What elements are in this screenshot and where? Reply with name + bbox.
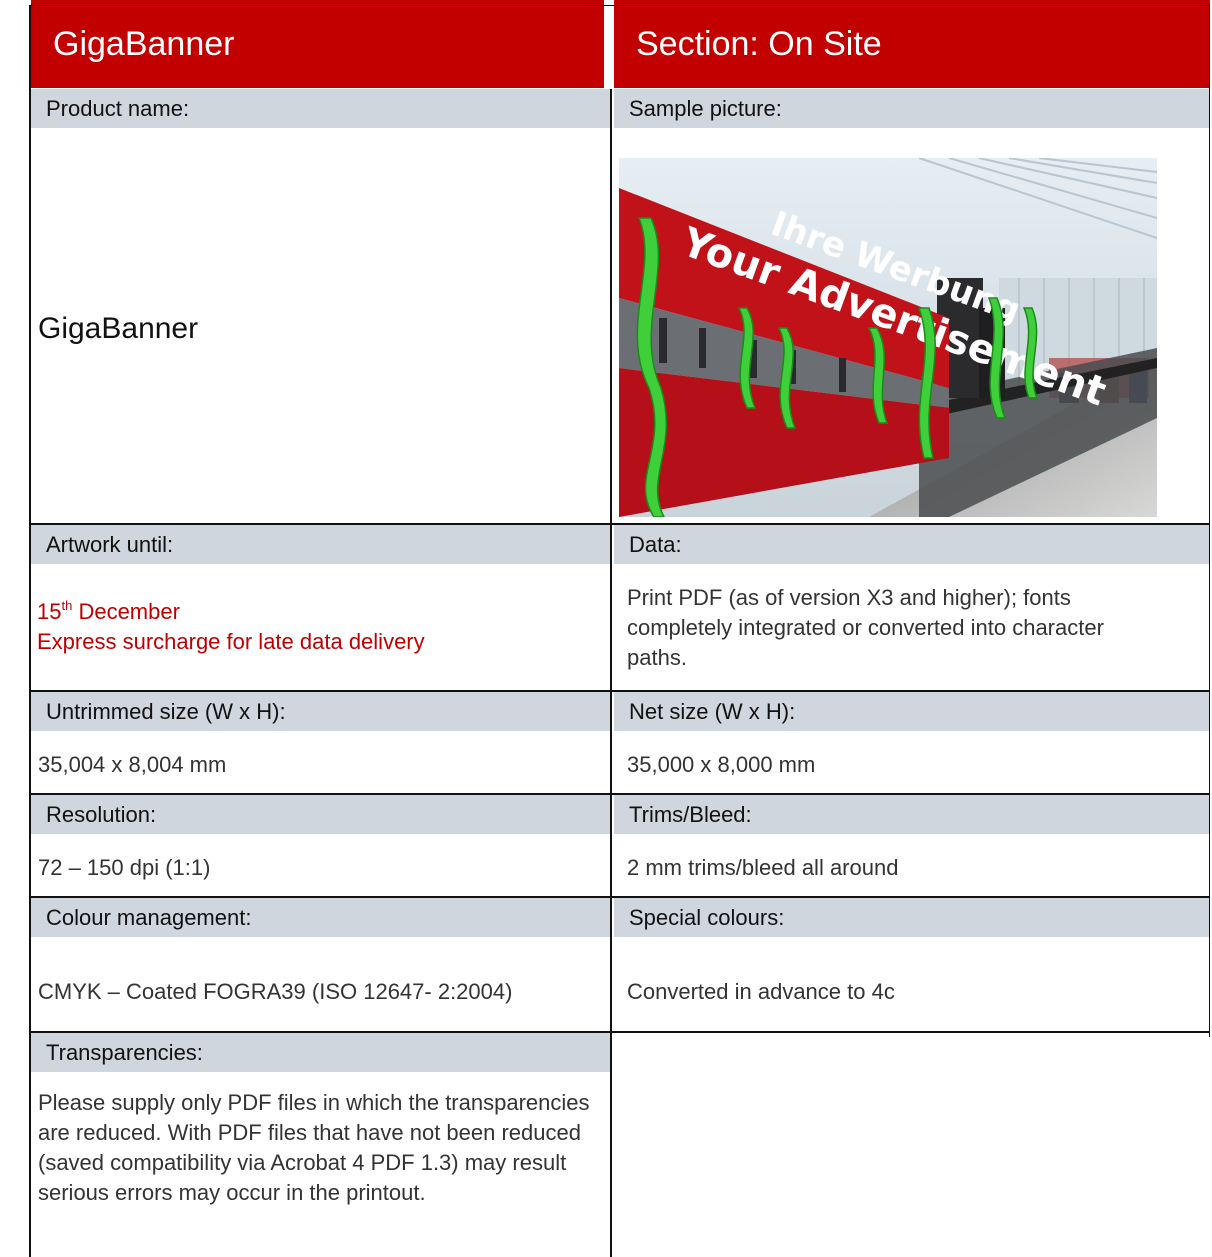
net-size-value: 35,000 x 8,000 mm <box>627 752 816 777</box>
column-divider <box>610 89 612 1257</box>
artwork-until-value: 15th December <box>37 598 180 624</box>
row-divider-artwork <box>31 523 1210 525</box>
top-border <box>31 5 1210 6</box>
untrimmed-size-label: Untrimmed size (W x H): <box>31 692 610 731</box>
special-colours-label: Special colours: <box>614 898 1210 937</box>
special-colours-value: Converted in advance to 4c <box>627 979 895 1004</box>
left-border <box>29 5 31 1257</box>
row-divider-resolution <box>31 793 1210 795</box>
product-name-value: GigaBanner <box>38 312 199 345</box>
sample-picture: Ihre Werbung Your Advertisement <box>619 158 1157 517</box>
data-value: Print PDF (as of version X3 and higher);… <box>627 585 1104 670</box>
title-bar-left: GigaBanner <box>31 0 604 88</box>
transparencies-label: Transparencies: <box>31 1033 610 1072</box>
artwork-note: Express surcharge for late data delivery <box>37 629 425 654</box>
resolution-label: Resolution: <box>31 795 610 834</box>
untrimmed-size-value: 35,004 x 8,004 mm <box>38 752 227 777</box>
right-border <box>1209 5 1210 1037</box>
transparencies-value: Please supply only PDF files in which th… <box>38 1090 590 1205</box>
sample-picture-image: Ihre Werbung Your Advertisement <box>619 158 1157 517</box>
artwork-until-label: Artwork until: <box>31 525 610 564</box>
product-name-label: Product name: <box>31 89 610 128</box>
colour-management-value: CMYK – Coated FOGRA39 (ISO 12647- 2:2004… <box>38 979 513 1004</box>
page-title: GigaBanner <box>53 24 235 63</box>
section-title: Section: On Site <box>636 24 882 63</box>
sample-picture-label: Sample picture: <box>614 89 1210 128</box>
data-label: Data: <box>614 525 1210 564</box>
trims-bleed-value: 2 mm trims/bleed all around <box>627 855 899 880</box>
title-bar-right: Section: On Site <box>614 0 1210 88</box>
net-size-label: Net size (W x H): <box>614 692 1210 731</box>
resolution-value: 72 – 150 dpi (1:1) <box>38 855 211 880</box>
row-divider-transparencies <box>31 1031 1210 1033</box>
row-divider-untrimmed <box>31 690 1210 692</box>
row-divider-colour <box>31 896 1210 898</box>
trims-bleed-label: Trims/Bleed: <box>614 795 1210 834</box>
colour-management-label: Colour management: <box>31 898 610 937</box>
